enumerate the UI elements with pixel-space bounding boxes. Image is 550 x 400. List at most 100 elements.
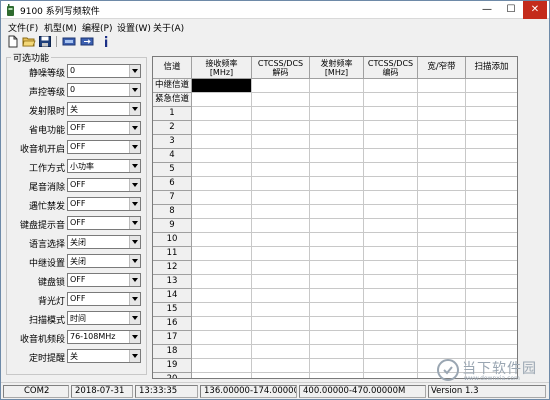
grid-cell[interactable] [310,121,364,135]
chevron-down-icon[interactable] [129,350,140,362]
chevron-down-icon[interactable] [129,103,140,115]
grid-cell[interactable] [252,219,310,233]
grid-cell[interactable] [364,373,418,378]
grid-cell[interactable] [192,205,252,219]
grid-cell[interactable] [466,191,517,205]
grid-cell[interactable] [466,177,517,191]
grid-cell[interactable] [252,317,310,331]
channel-grid[interactable]: 信道 接收频率 [MHz] CTCSS/DCS 解码 发射频率 [MHz] CTCSS/… [152,56,518,379]
grid-cell[interactable] [252,247,310,261]
grid-cell[interactable] [310,373,364,378]
chevron-down-icon[interactable] [129,141,140,153]
grid-cell[interactable] [364,359,418,373]
chevron-down-icon[interactable] [129,160,140,172]
grid-cell[interactable] [364,219,418,233]
grid-cell[interactable] [466,317,517,331]
grid-cell[interactable] [252,149,310,163]
grid-cell[interactable] [310,219,364,233]
minimize-button[interactable]: — [475,1,499,19]
grid-cell[interactable] [418,107,466,121]
save-disk-icon[interactable] [38,35,52,48]
grid-cell[interactable] [310,205,364,219]
grid-cell[interactable] [418,219,466,233]
grid-cell[interactable] [310,303,364,317]
channel-row-header[interactable]: 18 [153,345,192,359]
grid-cell[interactable] [310,93,364,107]
timer-reminder-select[interactable]: 关 [67,349,141,363]
grid-cell[interactable] [364,163,418,177]
grid-cell[interactable] [418,331,466,345]
channel-row-header[interactable]: 9 [153,219,192,233]
grid-cell[interactable] [466,163,517,177]
grid-cell[interactable] [364,177,418,191]
grid-cell[interactable] [418,205,466,219]
radio-band-select[interactable]: 76-108MHz [67,330,141,344]
grid-cell[interactable] [310,289,364,303]
grid-cell[interactable] [192,233,252,247]
grid-cell[interactable] [466,275,517,289]
key-beep-select[interactable]: OFF [67,216,141,230]
grid-cell[interactable] [310,177,364,191]
channel-row-header[interactable]: 8 [153,205,192,219]
channel-row-header[interactable]: 12 [153,261,192,275]
backlight-select[interactable]: OFF [67,292,141,306]
open-folder-icon[interactable] [22,35,36,48]
chevron-down-icon[interactable] [129,122,140,134]
grid-cell[interactable] [466,261,517,275]
grid-cell[interactable] [466,331,517,345]
grid-cell[interactable] [192,373,252,378]
vox-level-select[interactable]: 0 [67,83,141,97]
work-mode-select[interactable]: 小功率 [67,159,141,173]
grid-cell[interactable] [192,247,252,261]
grid-cell[interactable] [310,359,364,373]
grid-cell[interactable] [310,135,364,149]
grid-cell[interactable] [418,121,466,135]
grid-cell[interactable] [252,275,310,289]
tail-elim-select[interactable]: OFF [67,178,141,192]
menu-model[interactable]: 机型(M) [44,21,77,34]
channel-row-header[interactable]: 1 [153,107,192,121]
grid-cell[interactable] [364,247,418,261]
grid-cell[interactable] [192,149,252,163]
grid-cell[interactable] [310,107,364,121]
grid-cell[interactable] [192,163,252,177]
grid-cell[interactable] [310,331,364,345]
menu-program[interactable]: 编程(P) [82,21,112,34]
grid-cell[interactable] [364,93,418,107]
chevron-down-icon[interactable] [129,274,140,286]
grid-cell[interactable] [466,121,517,135]
menu-file[interactable]: 文件(F) [8,21,38,34]
grid-cell[interactable] [192,303,252,317]
grid-cell[interactable] [418,93,466,107]
maximize-button[interactable]: ☐ [499,1,523,19]
menu-settings[interactable]: 设置(W) [117,21,151,34]
grid-cell[interactable] [364,135,418,149]
channel-row-header[interactable]: 19 [153,359,192,373]
chevron-down-icon[interactable] [129,293,140,305]
close-button[interactable]: ✕ [523,1,547,19]
channel-row-header[interactable]: 17 [153,331,192,345]
grid-cell[interactable] [418,149,466,163]
grid-cell[interactable] [466,135,517,149]
grid-cell[interactable] [418,261,466,275]
grid-cell[interactable] [192,261,252,275]
channel-row-header[interactable]: 11 [153,247,192,261]
grid-cell[interactable] [192,345,252,359]
busy-lockout-select[interactable]: OFF [67,197,141,211]
grid-cell[interactable] [364,205,418,219]
grid-cell[interactable] [418,177,466,191]
grid-cell[interactable] [418,289,466,303]
grid-cell[interactable] [364,275,418,289]
grid-cell[interactable] [364,107,418,121]
grid-cell[interactable] [310,261,364,275]
grid-cell[interactable] [252,107,310,121]
channel-row-header[interactable]: 2 [153,121,192,135]
menu-about[interactable]: 关于(A) [153,21,184,34]
grid-cell[interactable] [418,135,466,149]
repeater-select[interactable]: 关闭 [67,254,141,268]
grid-cell[interactable] [252,233,310,247]
grid-cell[interactable] [364,121,418,135]
grid-cell[interactable] [418,233,466,247]
channel-row-header[interactable]: 14 [153,289,192,303]
grid-cell[interactable] [192,359,252,373]
